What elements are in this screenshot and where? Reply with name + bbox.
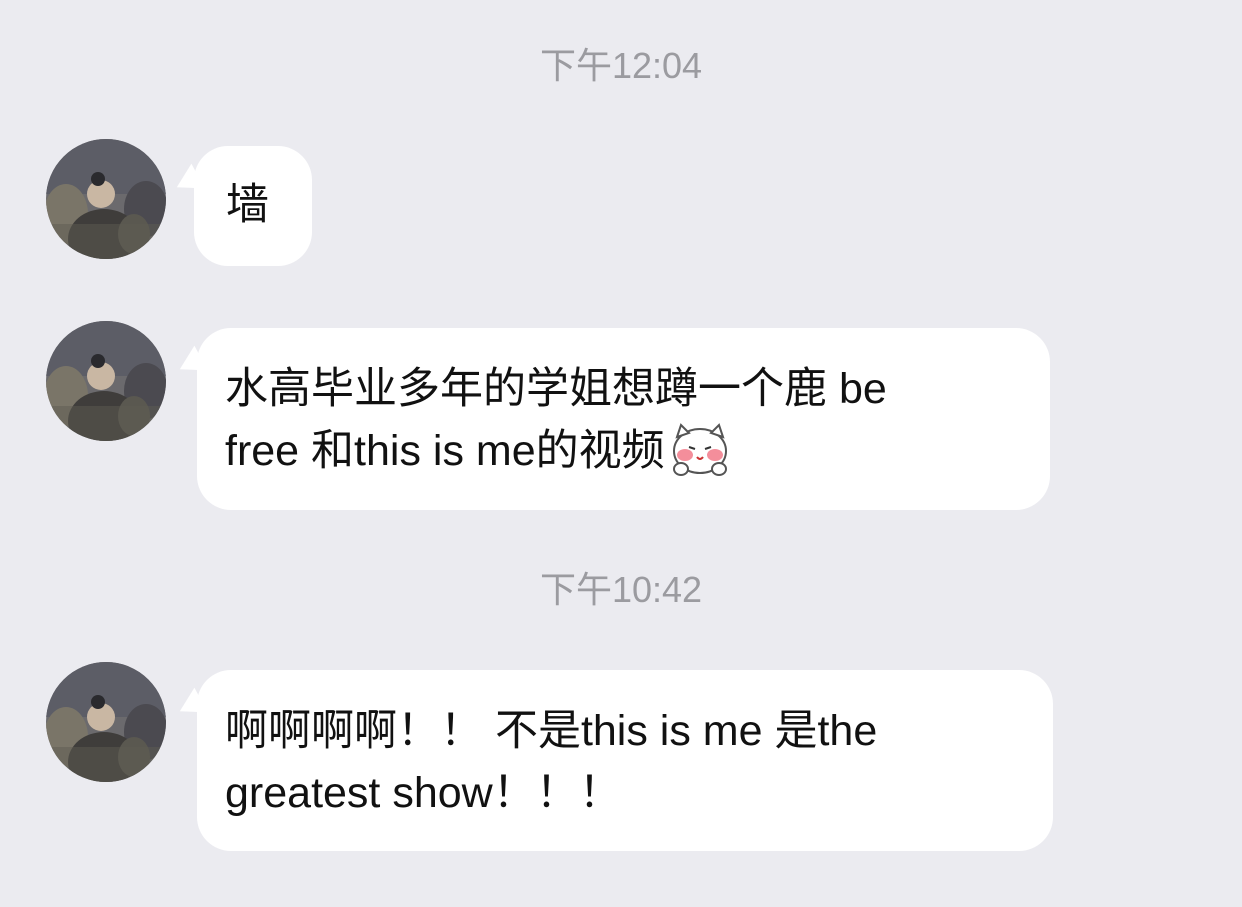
avatar-photo-icon: [46, 321, 166, 441]
message-text-line-1: 水高毕业多年的学姐想蹲一个鹿 be: [225, 365, 887, 413]
message-bubble-3[interactable]: 啊啊啊啊！！ 不是this is me 是the greatest show！！…: [197, 670, 1053, 851]
message-text-line-1: 啊啊啊啊！！ 不是this is me 是the: [225, 707, 878, 755]
sender-avatar[interactable]: [46, 139, 166, 259]
avatar-photo-icon: [46, 662, 166, 782]
message-bubble-2[interactable]: 水高毕业多年的学姐想蹲一个鹿 be free 和this is me的视频: [197, 328, 1050, 510]
message-text-line-2: free 和this is me的视频: [225, 420, 1050, 482]
sender-avatar[interactable]: [46, 321, 166, 441]
blushing-cat-emoji-icon[interactable]: [667, 421, 733, 479]
message-bubble-1[interactable]: 墙: [194, 146, 312, 266]
message-text: 墙: [226, 181, 269, 229]
message-text-line-2: greatest show！！！: [225, 769, 622, 817]
timestamp-1: 下午12:04: [539, 45, 703, 86]
sender-avatar[interactable]: [46, 662, 166, 782]
message-text-line-2-text: free 和this is me的视频: [225, 427, 665, 475]
avatar-photo-icon: [46, 139, 166, 259]
timestamp-2: 下午10:42: [539, 569, 703, 610]
